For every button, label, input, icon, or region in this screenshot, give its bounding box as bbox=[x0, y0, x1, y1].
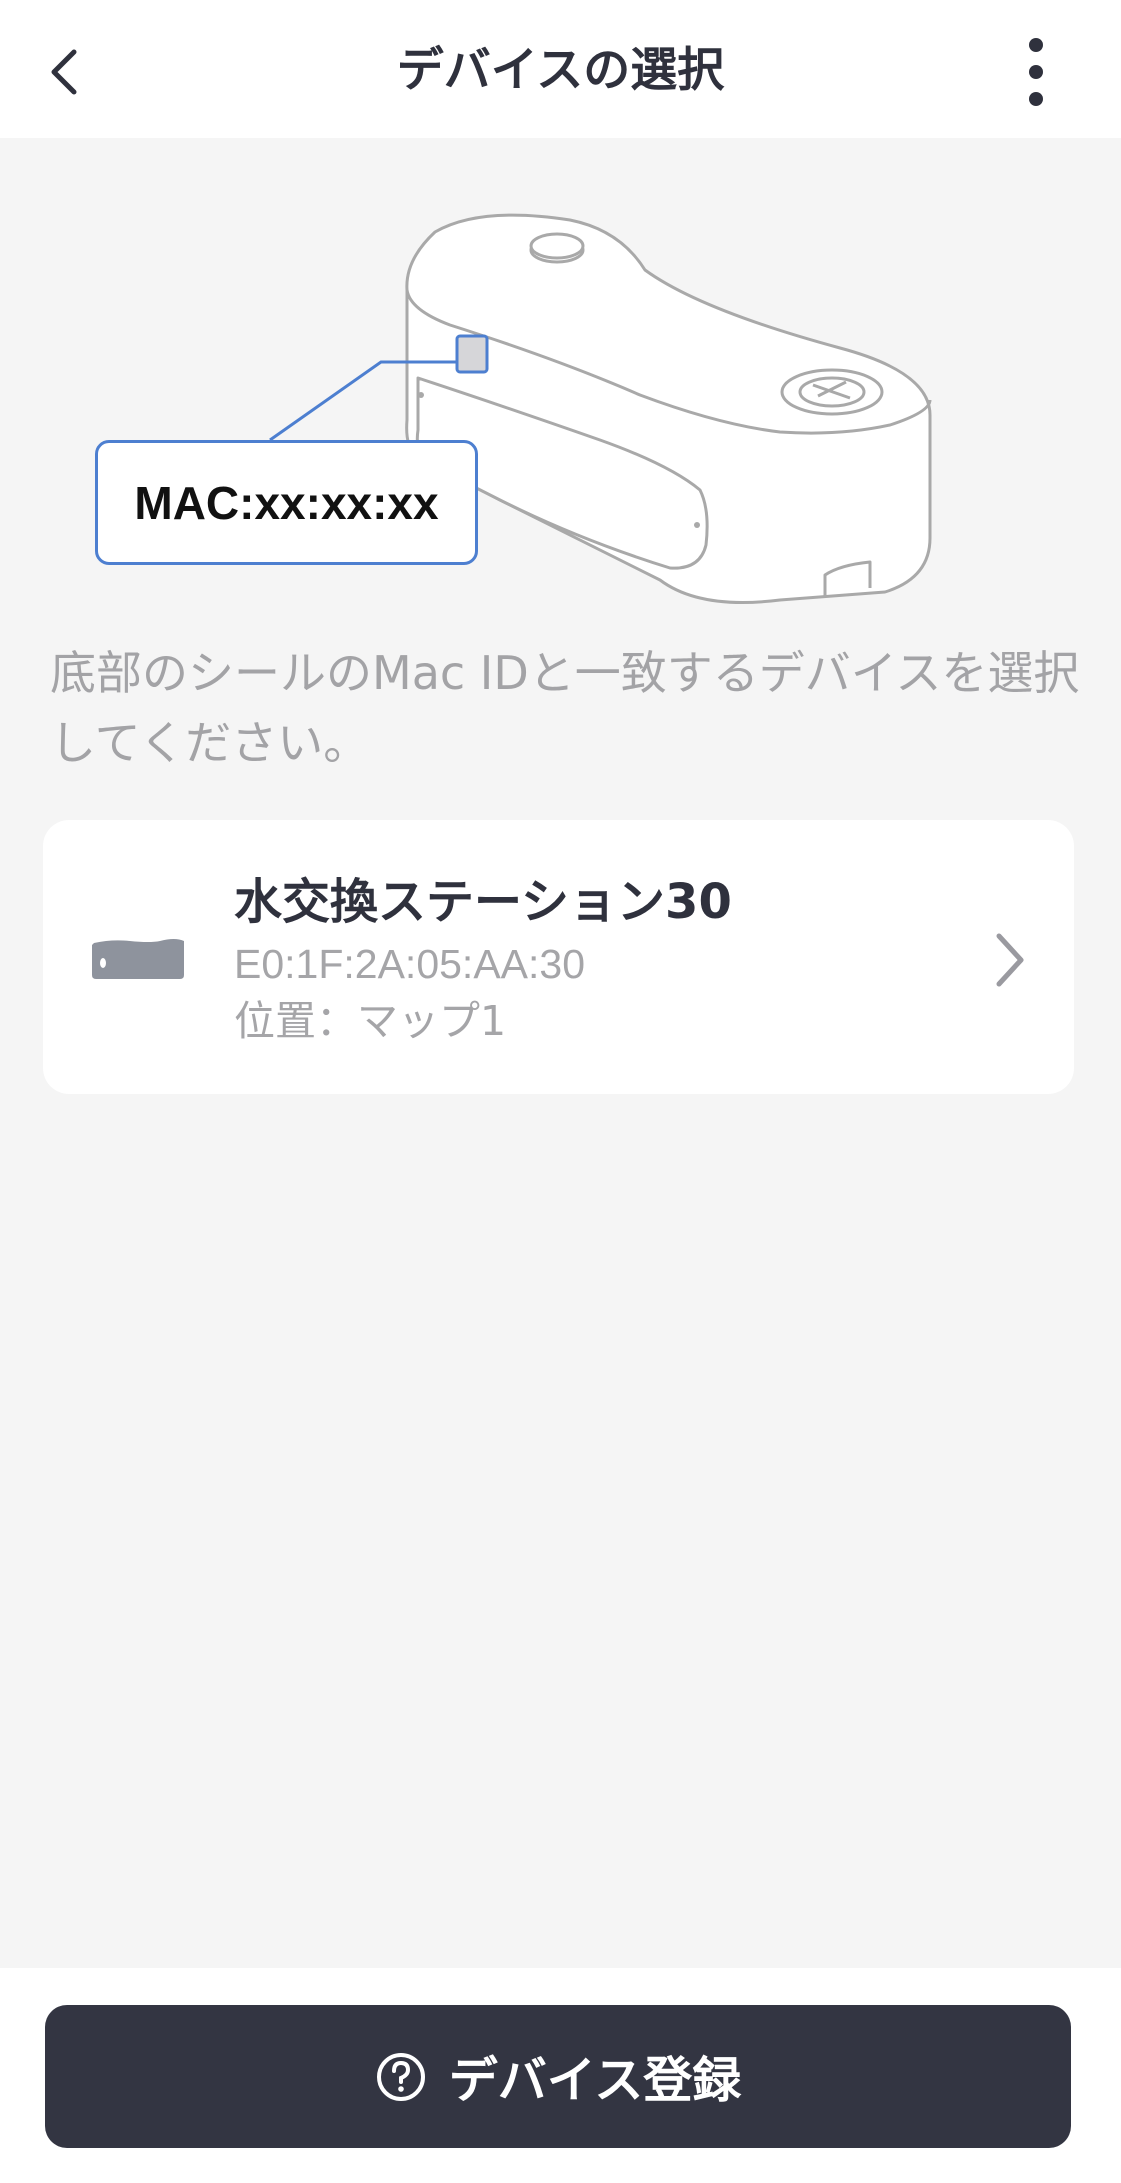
register-device-label: デバイス登録 bbox=[448, 2052, 742, 2109]
footer-bar: デバイス登録 bbox=[0, 1968, 1121, 2183]
register-device-button[interactable]: デバイス登録 bbox=[45, 2005, 1071, 2148]
device-list-item[interactable]: 水交換ステーション30 E0:1F:2A:05:AA:30 位置：マップ1 bbox=[43, 820, 1074, 1094]
more-options-button[interactable] bbox=[1006, 32, 1066, 112]
device-mac-address: E0:1F:2A:05:AA:30 bbox=[234, 941, 586, 987]
app-header: デバイスの選択 bbox=[0, 0, 1121, 138]
device-name: 水交換ステーション30 bbox=[234, 874, 732, 930]
chevron-right-icon bbox=[996, 933, 1024, 987]
device-location: 位置：マップ1 bbox=[234, 997, 507, 1045]
mac-label-callout: MAC:xx:xx:xx bbox=[95, 440, 478, 565]
more-vertical-icon bbox=[1029, 38, 1043, 106]
instruction-text: 底部のシールのMac IDと一致するデバイスを選択してください。 bbox=[50, 646, 1080, 770]
water-station-icon bbox=[92, 939, 184, 979]
page-title: デバイスの選択 bbox=[396, 43, 725, 98]
help-circle-icon bbox=[376, 2052, 425, 2101]
